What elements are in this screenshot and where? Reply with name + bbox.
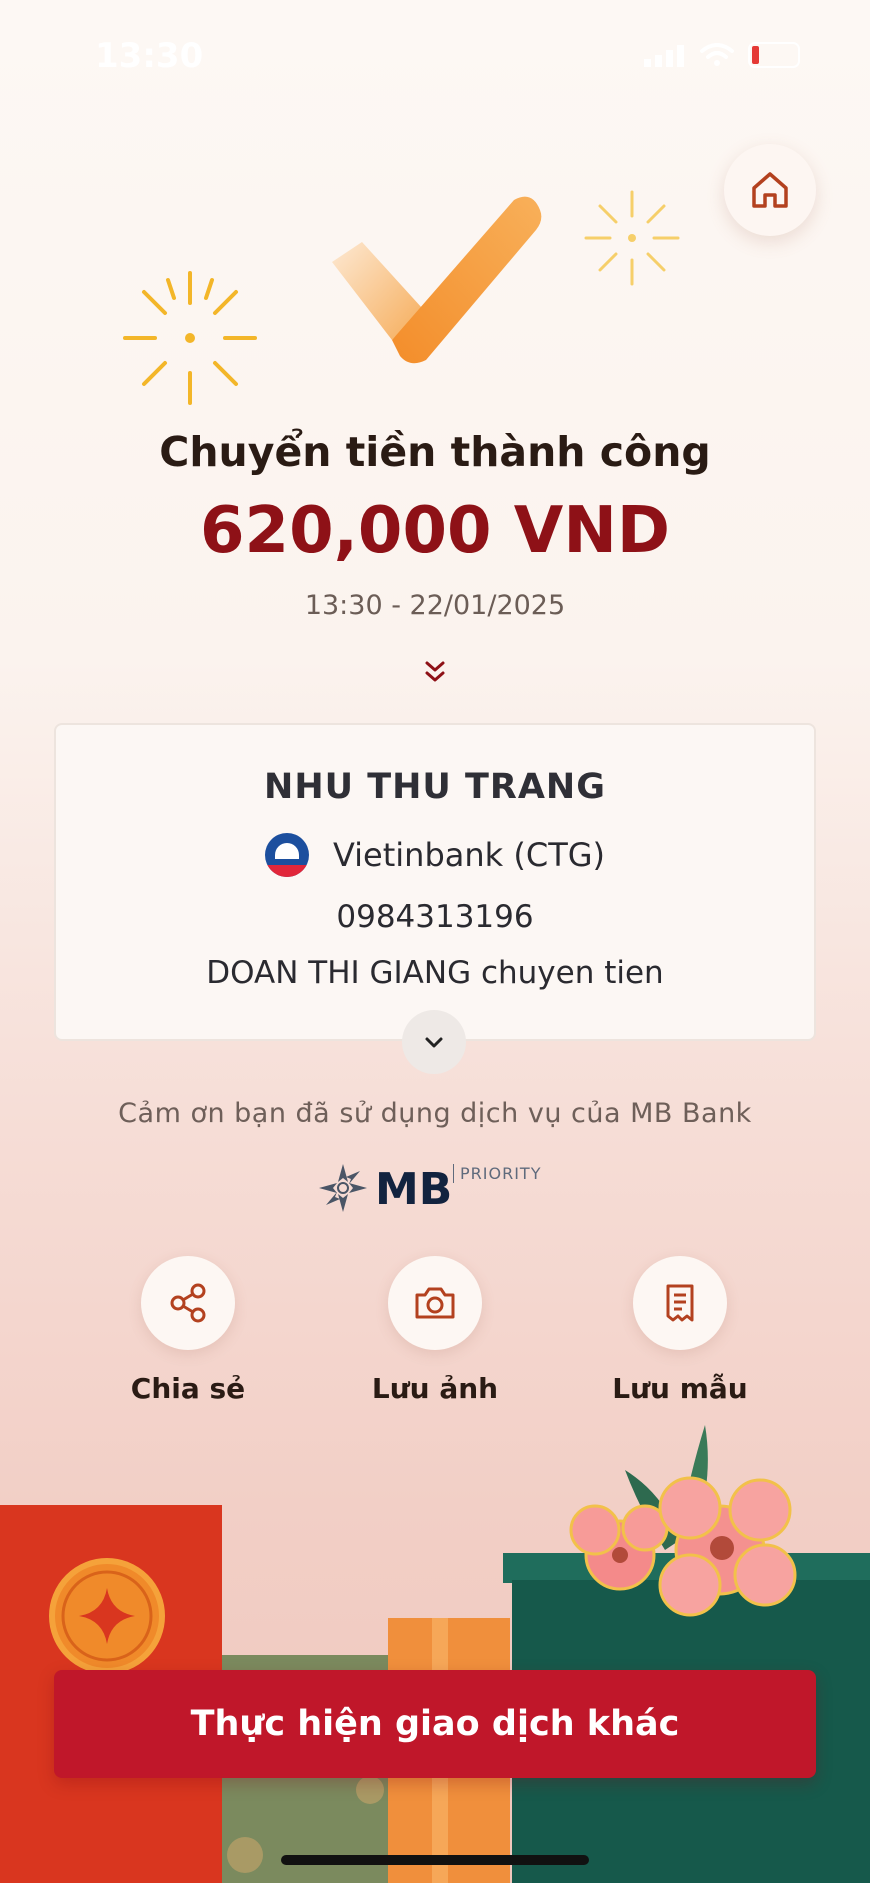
save-image-button[interactable] bbox=[388, 1256, 482, 1350]
priority-label: PRIORITY bbox=[453, 1164, 541, 1183]
mb-star-icon bbox=[319, 1164, 367, 1212]
success-check-icon bbox=[332, 196, 542, 364]
mb-priority-logo: MB PRIORITY bbox=[315, 1160, 555, 1220]
cellular-signal-icon bbox=[644, 43, 686, 67]
vietinbank-logo-icon bbox=[264, 833, 309, 877]
account-number: 0984313196 bbox=[336, 899, 534, 935]
home-indicator[interactable] bbox=[281, 1855, 589, 1865]
save-template-action[interactable]: Lưu mẫu bbox=[580, 1256, 780, 1405]
chevron-down-icon bbox=[425, 1037, 443, 1048]
thanks-message: Cảm ơn bạn đã sử dụng dịch vụ của MB Ban… bbox=[118, 1098, 752, 1129]
status-time: 13:30 bbox=[95, 36, 204, 76]
card-expand-button[interactable] bbox=[402, 1010, 466, 1074]
transfer-note: DOAN THI GIANG chuyen tien bbox=[206, 955, 664, 991]
mb-brand-text: MB bbox=[375, 1164, 453, 1215]
new-transaction-button[interactable]: Thực hiện giao dịch khác bbox=[54, 1670, 816, 1778]
battery-icon bbox=[748, 42, 800, 68]
action-row: Chia sẻ Lưu ảnh Lưu mẫu bbox=[0, 1256, 870, 1416]
recipient-card: NHU THU TRANG Vietinbank (CTG) 098431319… bbox=[54, 723, 816, 1041]
tet-gift-decoration bbox=[0, 1425, 870, 1883]
share-button[interactable] bbox=[141, 1256, 235, 1350]
transfer-amount: 620,000 VND bbox=[200, 494, 670, 568]
receipt-icon bbox=[666, 1284, 694, 1322]
firework-left-decoration bbox=[123, 271, 257, 405]
firework-right-decoration bbox=[584, 190, 680, 286]
camera-icon bbox=[415, 1287, 455, 1319]
bank-name: Vietinbank (CTG) bbox=[332, 836, 606, 874]
home-button[interactable] bbox=[724, 144, 816, 236]
share-icon bbox=[170, 1283, 206, 1323]
recipient-name: NHU THU TRANG bbox=[264, 767, 606, 807]
bank-row: Vietinbank (CTG) bbox=[56, 833, 814, 877]
home-icon bbox=[752, 172, 788, 208]
status-icons bbox=[644, 42, 800, 68]
save-template-button[interactable] bbox=[633, 1256, 727, 1350]
transfer-datetime: 13:30 - 22/01/2025 bbox=[304, 590, 566, 621]
save-image-action[interactable]: Lưu ảnh bbox=[335, 1256, 535, 1405]
transfer-status-title: Chuyển tiền thành công bbox=[159, 428, 711, 476]
share-action[interactable]: Chia sẻ bbox=[88, 1256, 288, 1405]
status-bar: 13:30 bbox=[0, 0, 870, 110]
wifi-icon bbox=[700, 43, 734, 66]
double-chevron-down-icon[interactable] bbox=[420, 658, 450, 688]
